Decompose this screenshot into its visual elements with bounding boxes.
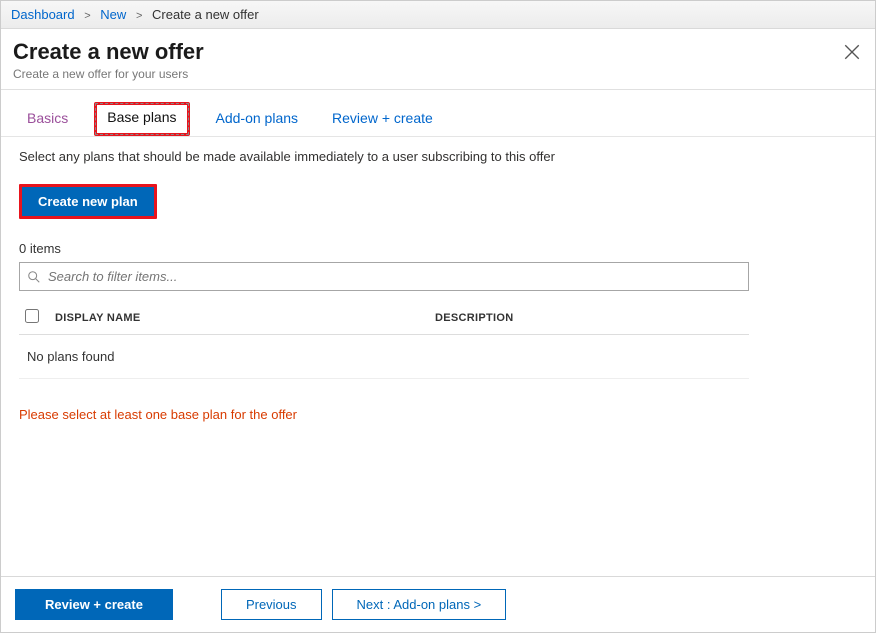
validation-error: Please select at least one base plan for…: [19, 407, 857, 422]
review-create-button[interactable]: Review + create: [15, 589, 173, 620]
main-content: Select any plans that should be made ava…: [1, 137, 875, 434]
create-new-plan-button[interactable]: Create new plan: [19, 184, 157, 219]
breadcrumb: Dashboard > New > Create a new offer: [1, 1, 875, 29]
page-header: Create a new offer Create a new offer fo…: [1, 29, 875, 90]
page-title: Create a new offer: [13, 39, 863, 65]
tab-review-create[interactable]: Review + create: [324, 104, 441, 136]
tab-basics[interactable]: Basics: [19, 104, 76, 136]
chevron-right-icon: >: [84, 10, 90, 22]
next-button[interactable]: Next : Add-on plans >: [332, 589, 507, 620]
previous-button[interactable]: Previous: [221, 589, 322, 620]
search-input[interactable]: [19, 262, 749, 291]
breadcrumb-current: Create a new offer: [152, 7, 259, 22]
footer: Review + create Previous Next : Add-on p…: [1, 576, 875, 632]
page-subtitle: Create a new offer for your users: [13, 67, 863, 81]
column-display-name[interactable]: DISPLAY NAME: [55, 312, 435, 324]
chevron-right-icon: >: [136, 10, 142, 22]
select-all-checkbox[interactable]: [25, 309, 39, 323]
table-header: DISPLAY NAME DESCRIPTION: [19, 301, 749, 335]
instruction-text: Select any plans that should be made ava…: [19, 149, 857, 164]
empty-state: No plans found: [19, 335, 749, 379]
tab-base-plans[interactable]: Base plans: [94, 102, 189, 136]
column-description[interactable]: DESCRIPTION: [435, 312, 743, 324]
close-icon: [843, 43, 861, 61]
tab-addon-plans[interactable]: Add-on plans: [208, 104, 307, 136]
breadcrumb-dashboard[interactable]: Dashboard: [11, 7, 75, 22]
tabs: Basics Base plans Add-on plans Review + …: [1, 90, 875, 137]
close-button[interactable]: [843, 43, 861, 61]
item-count: 0 items: [19, 241, 857, 256]
breadcrumb-new[interactable]: New: [100, 7, 126, 22]
search-wrapper: [19, 262, 749, 291]
search-icon: [27, 270, 41, 284]
